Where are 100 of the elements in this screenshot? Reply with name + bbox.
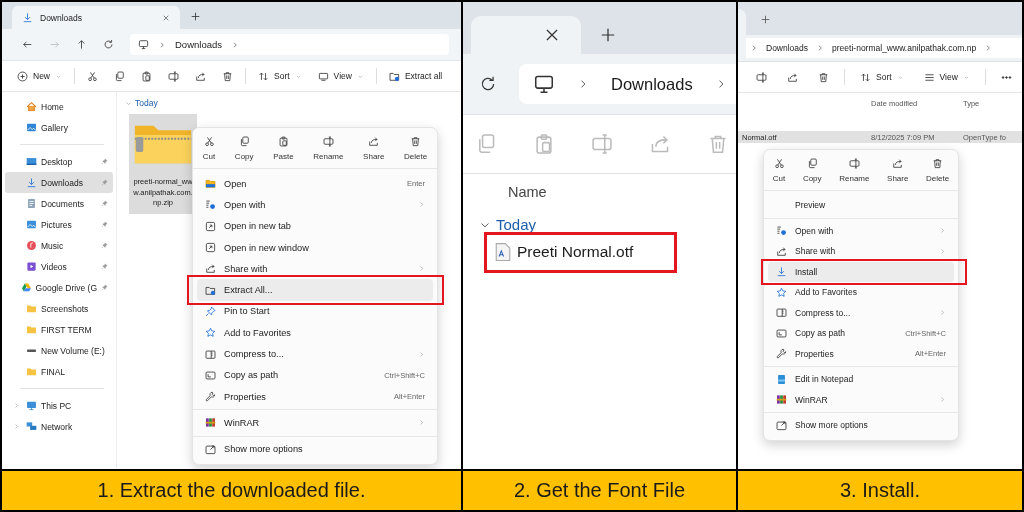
folder-icon — [26, 303, 37, 314]
toolbar-button[interactable]: View — [915, 68, 978, 86]
trash-icon — [222, 70, 233, 82]
column-header[interactable]: Name — [508, 184, 547, 200]
chevron-icon[interactable] — [231, 40, 239, 49]
menu-item[interactable]: Show more options — [768, 415, 954, 436]
download-icon — [26, 177, 37, 188]
sidebar-item[interactable]: Pictures — [5, 214, 113, 235]
menu-item[interactable]: Share with — [768, 241, 954, 262]
toolbar-button[interactable]: New — [10, 67, 69, 85]
pin-icon — [101, 200, 108, 207]
sidebar-item[interactable]: Music — [5, 235, 113, 256]
menu-item[interactable]: Show more options — [197, 438, 433, 460]
menu-action-button[interactable]: Cut — [768, 150, 790, 190]
sidebar-item[interactable]: Gallery — [5, 117, 113, 138]
toolbar-button[interactable]: Sort — [251, 67, 309, 85]
menu-item[interactable]: Extract All... — [197, 279, 433, 301]
menu-action-button[interactable]: Copy — [798, 150, 826, 190]
sidebar-item[interactable]: Downloads — [5, 172, 113, 193]
caret-icon — [294, 72, 302, 80]
menu-action-button[interactable]: Cut — [198, 128, 220, 168]
sidebar-item[interactable]: This PC — [5, 395, 113, 416]
address-bar[interactable]: Downloads — [130, 34, 449, 55]
menu-item[interactable]: Add to Favorites — [768, 282, 954, 303]
toolbar-button[interactable]: View — [310, 67, 371, 85]
chevron-icon — [816, 44, 825, 52]
chevron-icon[interactable] — [984, 44, 993, 52]
step-caption: 2. Get the Font File — [513, 479, 686, 502]
tab[interactable]: Downloads — [12, 6, 180, 29]
more-options-icon — [205, 443, 216, 455]
menu-item[interactable]: Compress to... — [197, 343, 433, 365]
menu-action-button[interactable]: Paste — [269, 128, 298, 168]
step-caption: 3. Install. — [839, 479, 920, 502]
group-header[interactable]: Today — [125, 98, 461, 108]
sidebar-item[interactable]: Network — [5, 416, 113, 437]
menu-item[interactable]: WinRAR — [197, 412, 433, 434]
wrench-icon — [205, 391, 216, 403]
menu-action-button[interactable]: Delete — [400, 128, 432, 168]
address-bar[interactable]: Downloads preeti-normal_www.anilpathak.com.np — [746, 38, 1022, 58]
sidebar-item[interactable]: New Volume (E:) — [5, 340, 113, 361]
plus-icon[interactable] — [760, 14, 771, 25]
menu-item[interactable]: Open with — [768, 220, 954, 241]
menu-item[interactable]: Open in new tab — [197, 215, 433, 237]
menu-item[interactable]: Install — [768, 261, 954, 282]
address-bar[interactable]: Downloads — [519, 64, 736, 104]
toolbar-button[interactable]: Extract all — [381, 67, 450, 85]
menu-action-button[interactable]: Share — [883, 150, 913, 190]
menu-action-button[interactable]: Copy — [230, 128, 258, 168]
up-icon[interactable] — [76, 39, 87, 50]
chevron-icon — [158, 40, 166, 49]
share-icon — [787, 71, 798, 83]
menu-item[interactable]: Share with — [197, 258, 433, 280]
plus-icon[interactable] — [599, 26, 617, 44]
menu-item[interactable]: Add to Favorites — [197, 322, 433, 344]
trash-icon — [818, 71, 829, 83]
back-icon[interactable] — [22, 39, 33, 50]
sidebar-item[interactable]: Screenshots — [5, 298, 113, 319]
sidebar-item[interactable]: Home — [5, 96, 113, 117]
refresh-icon[interactable] — [479, 75, 497, 93]
menu-action-button[interactable]: Share — [359, 128, 389, 168]
toolbar-button[interactable]: Sort — [852, 68, 912, 86]
menu-item[interactable]: Open in new window — [197, 236, 433, 259]
sidebar-item[interactable]: Documents — [5, 193, 113, 214]
breadcrumb[interactable]: Downloads — [175, 39, 222, 50]
caret-icon — [896, 73, 904, 81]
font-file-icon — [495, 243, 511, 261]
sidebar-item[interactable]: FINAL — [5, 361, 113, 382]
extract-icon — [388, 70, 400, 82]
breadcrumb[interactable]: Downloads — [766, 43, 809, 53]
more-options-icon — [776, 419, 787, 431]
sidebar-item[interactable]: Videos — [5, 256, 113, 277]
sidebar-item[interactable]: Google Drive (G — [5, 277, 113, 298]
share-icon — [776, 245, 787, 257]
chevron-icon — [418, 419, 425, 427]
file-row[interactable]: Preeti Normal.otf — [495, 243, 634, 261]
menu-item[interactable]: Open with — [197, 194, 433, 216]
chevron-icon — [939, 309, 946, 317]
chevron-icon — [418, 201, 425, 209]
menu-item[interactable]: Preview — [768, 195, 954, 216]
menu-action-button[interactable]: Delete — [922, 150, 954, 190]
download-icon — [22, 12, 33, 23]
folder-icon — [205, 178, 216, 190]
breadcrumb[interactable]: preeti-normal_www.anilpathak.com.np — [832, 43, 977, 53]
menu-item[interactable]: Edit in Notepad — [768, 369, 954, 390]
archive-icon — [776, 307, 787, 319]
menu-item[interactable]: Compress to... — [768, 302, 954, 323]
sidebar-item[interactable]: Desktop — [5, 151, 113, 172]
sidebar-item[interactable]: FIRST TERM — [5, 319, 113, 340]
group-header[interactable]: Today — [479, 216, 537, 233]
chevron-icon — [939, 396, 946, 404]
menu-item[interactable]: WinRAR — [768, 389, 954, 410]
star-icon — [776, 286, 787, 298]
breadcrumb[interactable]: Downloads — [611, 74, 693, 94]
menu-action-button[interactable]: Rename — [309, 128, 348, 168]
menu-action-button[interactable]: Rename — [835, 150, 874, 190]
menu-item[interactable]: Pin to Start — [197, 300, 433, 323]
caret-icon — [55, 72, 62, 80]
apps-icon — [205, 199, 216, 211]
plus-icon[interactable] — [190, 11, 201, 22]
pin-icon — [101, 179, 108, 186]
